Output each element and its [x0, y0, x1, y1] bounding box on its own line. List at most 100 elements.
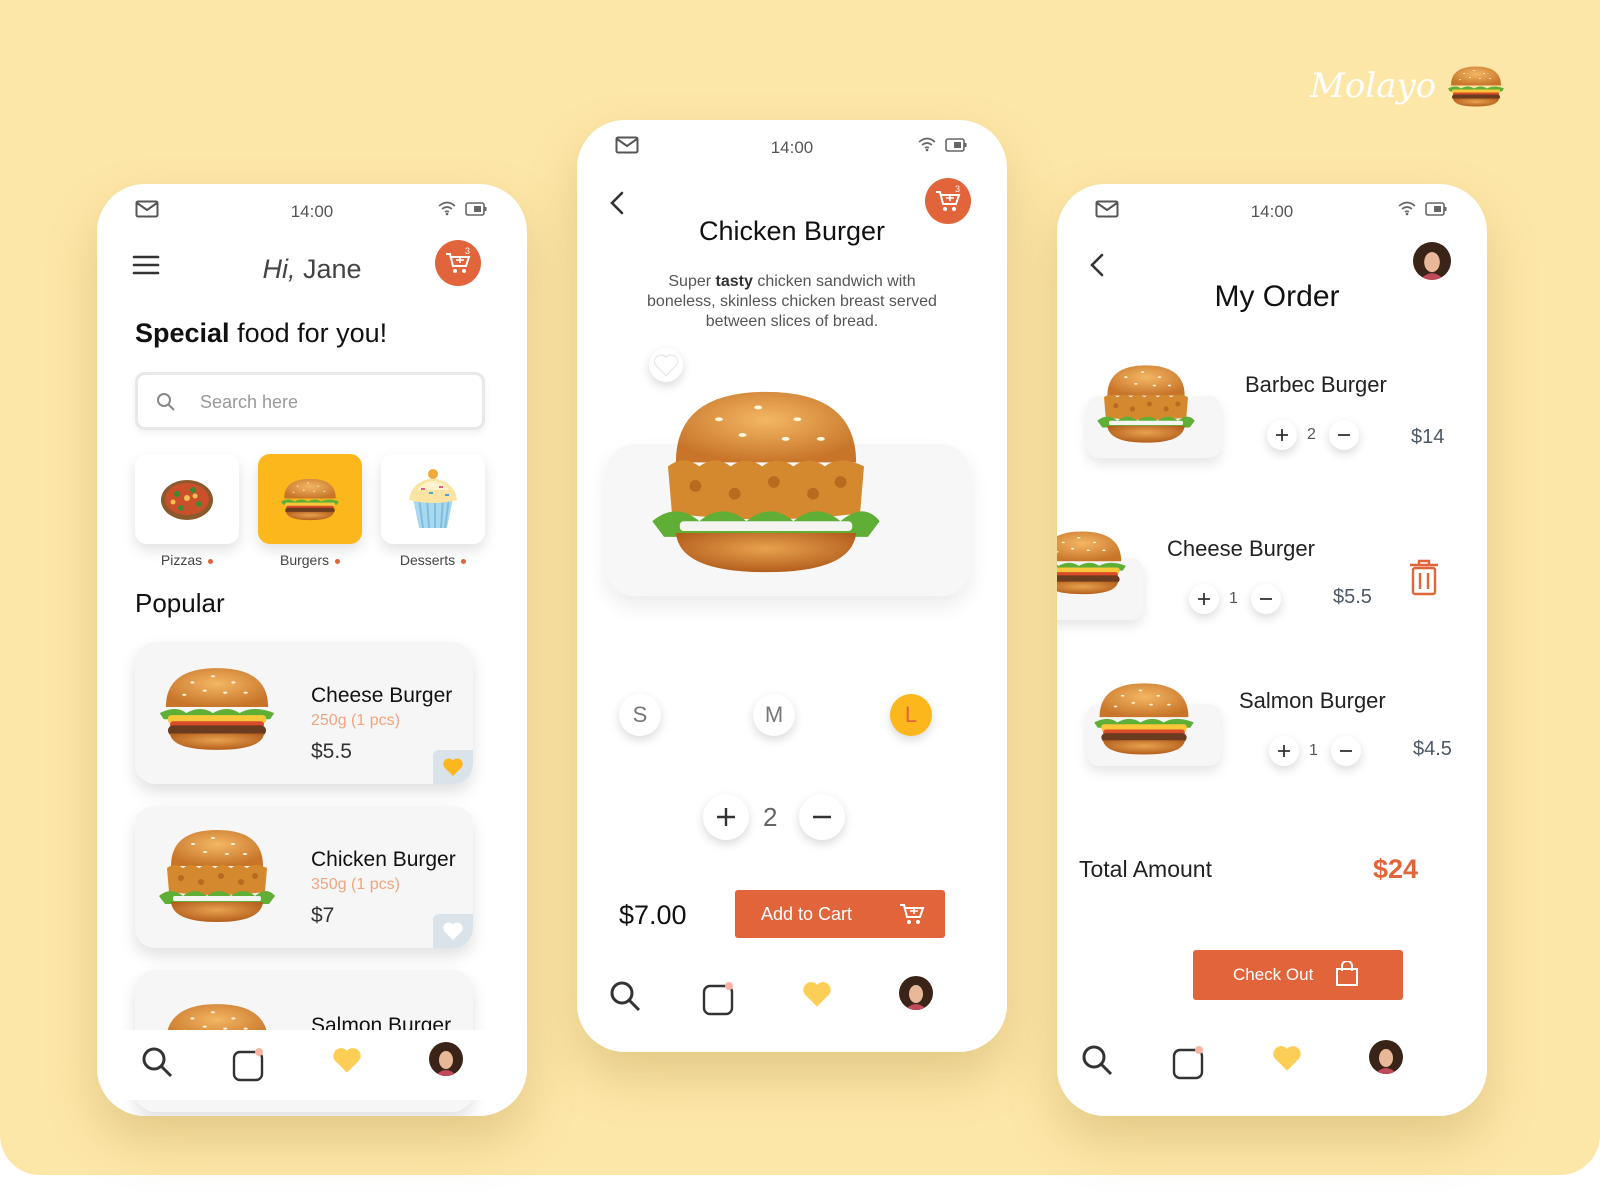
favorite-button[interactable]	[433, 914, 473, 948]
category-desserts[interactable]	[381, 454, 485, 544]
quantity-value: 2	[763, 802, 778, 832]
avatar-image	[899, 976, 933, 1010]
wifi-icon	[918, 137, 936, 152]
order-item-quantity: 2	[1307, 426, 1316, 443]
category-burgers[interactable]	[258, 454, 362, 544]
wifi-icon	[438, 201, 456, 216]
burger-icon	[281, 478, 339, 521]
item-weight: 350g (1 pcs)	[311, 876, 400, 893]
decrease-quantity-button[interactable]	[1331, 736, 1361, 766]
back-icon[interactable]	[603, 188, 633, 218]
bag-icon[interactable]	[231, 1046, 267, 1082]
increase-quantity-button[interactable]	[1267, 420, 1297, 450]
status-bar: 14:00	[97, 184, 527, 240]
product-title: Chicken Burger	[698, 216, 886, 246]
product-description: Super tasty chicken sandwich with bonele…	[647, 273, 937, 330]
item-price: $5.5	[311, 740, 352, 763]
category-label-burgers: Burgers	[258, 552, 362, 568]
checkout-button[interactable]: Check Out	[1193, 950, 1403, 1000]
brand-name: Molayo	[1310, 66, 1437, 106]
plus-icon	[1278, 745, 1290, 757]
brand-logo: Molayo	[1310, 62, 1506, 110]
pizza-icon	[161, 480, 213, 520]
search-input[interactable]: Search here	[135, 372, 485, 430]
page-title: My Order	[1214, 280, 1340, 313]
decrease-quantity-button[interactable]	[799, 794, 845, 840]
popular-item-cheese-burger[interactable]: Cheese Burger 250g (1 pcs) $5.5	[135, 642, 473, 784]
total-label: Total Amount	[1079, 856, 1212, 882]
order-item-price: $5.5	[1333, 586, 1372, 608]
popular-heading: Popular	[135, 588, 225, 618]
category-pizzas[interactable]	[135, 454, 239, 544]
avatar-image	[1369, 1040, 1403, 1074]
product-price: $7.00	[619, 900, 687, 930]
search-icon[interactable]	[609, 980, 641, 1012]
size-m-button[interactable]: M	[753, 694, 795, 736]
heart-icon[interactable]	[331, 1046, 363, 1074]
add-to-cart-button[interactable]: Add to Cart	[735, 890, 945, 938]
bag-icon[interactable]	[701, 980, 737, 1016]
plus-icon	[1276, 429, 1288, 441]
barbec-burger-image	[1097, 365, 1195, 443]
category-label-desserts: Desserts	[381, 552, 485, 568]
order-screen: 14:00 My Order Barbec Burger 2 $14 Chees…	[1057, 184, 1487, 1116]
size-s-button[interactable]: S	[619, 694, 661, 736]
item-name: Cheese Burger	[311, 684, 453, 707]
wifi-icon	[1398, 201, 1416, 216]
battery-icon	[465, 202, 487, 216]
profile-avatar[interactable]	[1369, 1040, 1403, 1074]
order-item-quantity: 1	[1309, 742, 1318, 759]
battery-icon	[1425, 202, 1447, 216]
minus-icon	[1338, 434, 1350, 436]
search-icon	[157, 393, 175, 411]
search-placeholder: Search here	[200, 392, 299, 412]
favorite-button[interactable]	[649, 348, 683, 382]
heart-icon[interactable]	[801, 980, 833, 1008]
increase-quantity-button[interactable]	[703, 794, 749, 840]
order-item-name: Barbec Burger	[1245, 372, 1387, 397]
checkout-label: Check Out	[1233, 965, 1314, 984]
order-item-price: $4.5	[1413, 738, 1452, 760]
favorite-button[interactable]	[433, 750, 473, 784]
brand-burger-icon	[1448, 66, 1505, 107]
status-bar: 14:00	[1057, 184, 1487, 240]
size-l-button[interactable]: L	[890, 694, 932, 736]
search-icon[interactable]	[141, 1046, 173, 1078]
salmon-burger-image	[1094, 683, 1194, 755]
shopping-bag-icon	[1336, 961, 1358, 986]
status-time: 14:00	[1250, 202, 1294, 221]
bottom-nav	[97, 1030, 527, 1100]
order-item-quantity: 1	[1229, 590, 1238, 607]
heart-icon[interactable]	[1271, 1044, 1303, 1072]
profile-avatar[interactable]	[429, 1042, 463, 1076]
avatar-image	[1413, 242, 1451, 280]
cart-button[interactable]: 3	[435, 240, 481, 286]
battery-icon	[945, 138, 967, 152]
decrease-quantity-button[interactable]	[1329, 420, 1359, 450]
avatar-image	[429, 1042, 463, 1076]
cart-count: 3	[465, 246, 471, 256]
popular-item-chicken-burger[interactable]: Chicken Burger 350g (1 pcs) $7	[135, 806, 473, 948]
decrease-quantity-button[interactable]	[1251, 584, 1281, 614]
trash-icon[interactable]	[1407, 558, 1441, 596]
back-icon[interactable]	[1083, 250, 1113, 280]
chicken-burger-image	[159, 830, 275, 922]
increase-quantity-button[interactable]	[1269, 736, 1299, 766]
order-item-name: Salmon Burger	[1239, 688, 1386, 713]
status-time: 14:00	[770, 138, 814, 157]
cheese-burger-image	[159, 668, 275, 750]
profile-avatar[interactable]	[1413, 242, 1451, 280]
bag-icon[interactable]	[1171, 1044, 1207, 1080]
add-to-cart-label: Add to Cart	[761, 903, 853, 924]
profile-avatar[interactable]	[899, 976, 933, 1010]
order-item-name: Cheese Burger	[1167, 536, 1315, 561]
home-screen: 14:00 Hi, Jane 3 Special food for you! S…	[97, 184, 527, 1116]
plus-icon	[717, 808, 735, 826]
page-headline: Special food for you!	[135, 318, 388, 348]
search-icon[interactable]	[1081, 1044, 1113, 1076]
increase-quantity-button[interactable]	[1189, 584, 1219, 614]
cart-count: 3	[955, 184, 961, 194]
bottom-nav	[577, 964, 1007, 1034]
order-item-price: $14	[1411, 426, 1445, 448]
cheese-burger-image	[1057, 531, 1126, 595]
